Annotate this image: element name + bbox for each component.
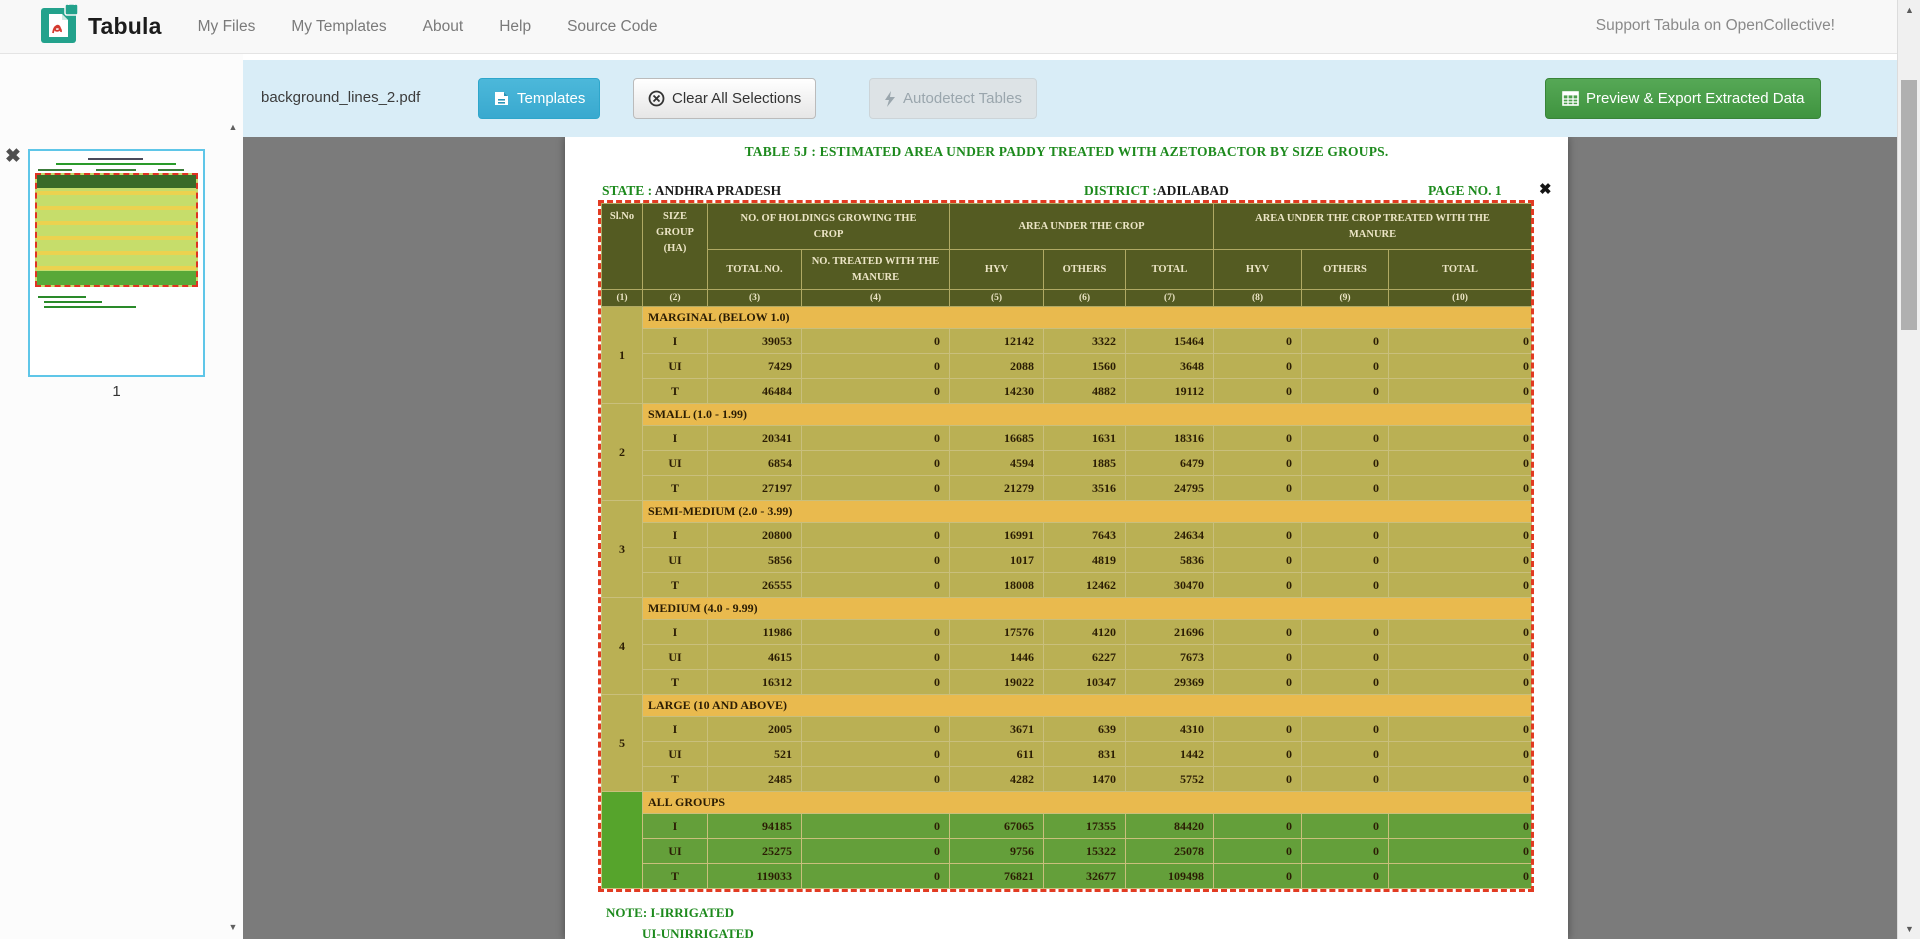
thumb-note-line	[44, 306, 136, 308]
mini-stripe	[37, 236, 196, 240]
pdf-note-1: NOTE: I-IRRIGATED	[606, 905, 734, 921]
export-table-icon	[1562, 91, 1579, 106]
page-thumbnail-sidebar: ✖ 1 ▲ ▼	[0, 54, 243, 939]
autodetect-icon	[884, 91, 896, 107]
thumbnail-table-selection	[35, 173, 198, 287]
templates-label: Templates	[517, 90, 585, 107]
tabula-brand[interactable]: Tabula	[40, 3, 162, 50]
autodetect-tables-button[interactable]: Autodetect Tables	[869, 78, 1037, 119]
pdf-state-line: STATE : ANDHRA PRADESH	[602, 183, 781, 199]
pdf-viewer: TABLE 5J : ESTIMATED AREA UNDER PADDY TR…	[243, 137, 1897, 939]
preview-export-label: Preview & Export Extracted Data	[1586, 90, 1804, 107]
pdf-page-no: PAGE NO. 1	[1428, 183, 1502, 199]
mini-table-footer	[37, 271, 196, 285]
mini-stripe	[37, 191, 196, 195]
thumbnail-page-number: 1	[28, 383, 205, 400]
thumb-meta-line	[158, 169, 184, 171]
clear-all-selections-button[interactable]: Clear All Selections	[633, 78, 816, 119]
scrollbar-thumb[interactable]	[1901, 80, 1917, 330]
open-filename: background_lines_2.pdf	[261, 89, 420, 106]
mini-stripe	[37, 266, 196, 270]
tabula-logo-icon	[40, 3, 80, 50]
thumb-title-line	[56, 163, 176, 165]
nav-links: My Files My Templates About Help Source …	[198, 18, 658, 36]
clear-selections-label: Clear All Selections	[672, 90, 801, 107]
nav-source-code[interactable]: Source Code	[567, 18, 657, 36]
nav-help[interactable]: Help	[499, 18, 531, 36]
autodetect-label: Autodetect Tables	[903, 90, 1022, 107]
pdf-page[interactable]: TABLE 5J : ESTIMATED AREA UNDER PADDY TR…	[565, 137, 1568, 939]
mini-stripe	[37, 221, 196, 225]
mini-stripe	[37, 206, 196, 210]
clear-selections-icon	[648, 90, 665, 107]
thumb-title-line	[88, 158, 143, 160]
toolbar: background_lines_2.pdf Templates Clear A…	[243, 60, 1898, 137]
nav-my-templates[interactable]: My Templates	[291, 18, 386, 36]
state-value: ANDHRA PRADESH	[652, 183, 781, 198]
thumb-note-line	[44, 301, 102, 303]
navbar: Tabula My Files My Templates About Help …	[0, 0, 1897, 54]
thumb-meta-line	[96, 169, 136, 171]
sidebar-scroll-down-icon[interactable]: ▼	[224, 922, 242, 932]
remove-selection-icon[interactable]: ✖	[1539, 182, 1552, 197]
district-value: ADILABAD	[1157, 183, 1229, 198]
nav-about[interactable]: About	[423, 18, 464, 36]
nav-my-files[interactable]: My Files	[198, 18, 256, 36]
brand-name: Tabula	[88, 13, 162, 40]
thumb-meta-line	[38, 169, 72, 171]
main-scrollbar[interactable]: ▲ ▼	[1897, 0, 1920, 939]
scroll-down-icon[interactable]: ▼	[1898, 924, 1920, 934]
pdf-table-title: TABLE 5J : ESTIMATED AREA UNDER PADDY TR…	[565, 144, 1568, 160]
templates-button[interactable]: Templates	[478, 78, 600, 119]
support-link[interactable]: Support Tabula on OpenCollective!	[1596, 17, 1835, 35]
preview-export-button[interactable]: Preview & Export Extracted Data	[1545, 78, 1821, 119]
pdf-district-line: DISTRICT :ADILABAD	[1084, 183, 1229, 199]
mini-stripe	[37, 251, 196, 255]
mini-table-header	[37, 175, 196, 188]
district-label: DISTRICT :	[1084, 183, 1157, 198]
templates-icon	[493, 91, 510, 106]
sidebar-scroll-up-icon[interactable]: ▲	[224, 122, 242, 132]
state-label: STATE :	[602, 183, 652, 198]
table-selection-box[interactable]	[598, 200, 1534, 892]
remove-page-icon[interactable]: ✖	[5, 147, 21, 166]
page-thumbnail[interactable]	[28, 149, 205, 377]
scroll-up-icon[interactable]: ▲	[1898, 5, 1920, 15]
thumb-note-line	[38, 296, 86, 298]
pdf-note-2: UI-UNIRRIGATED	[642, 926, 754, 939]
